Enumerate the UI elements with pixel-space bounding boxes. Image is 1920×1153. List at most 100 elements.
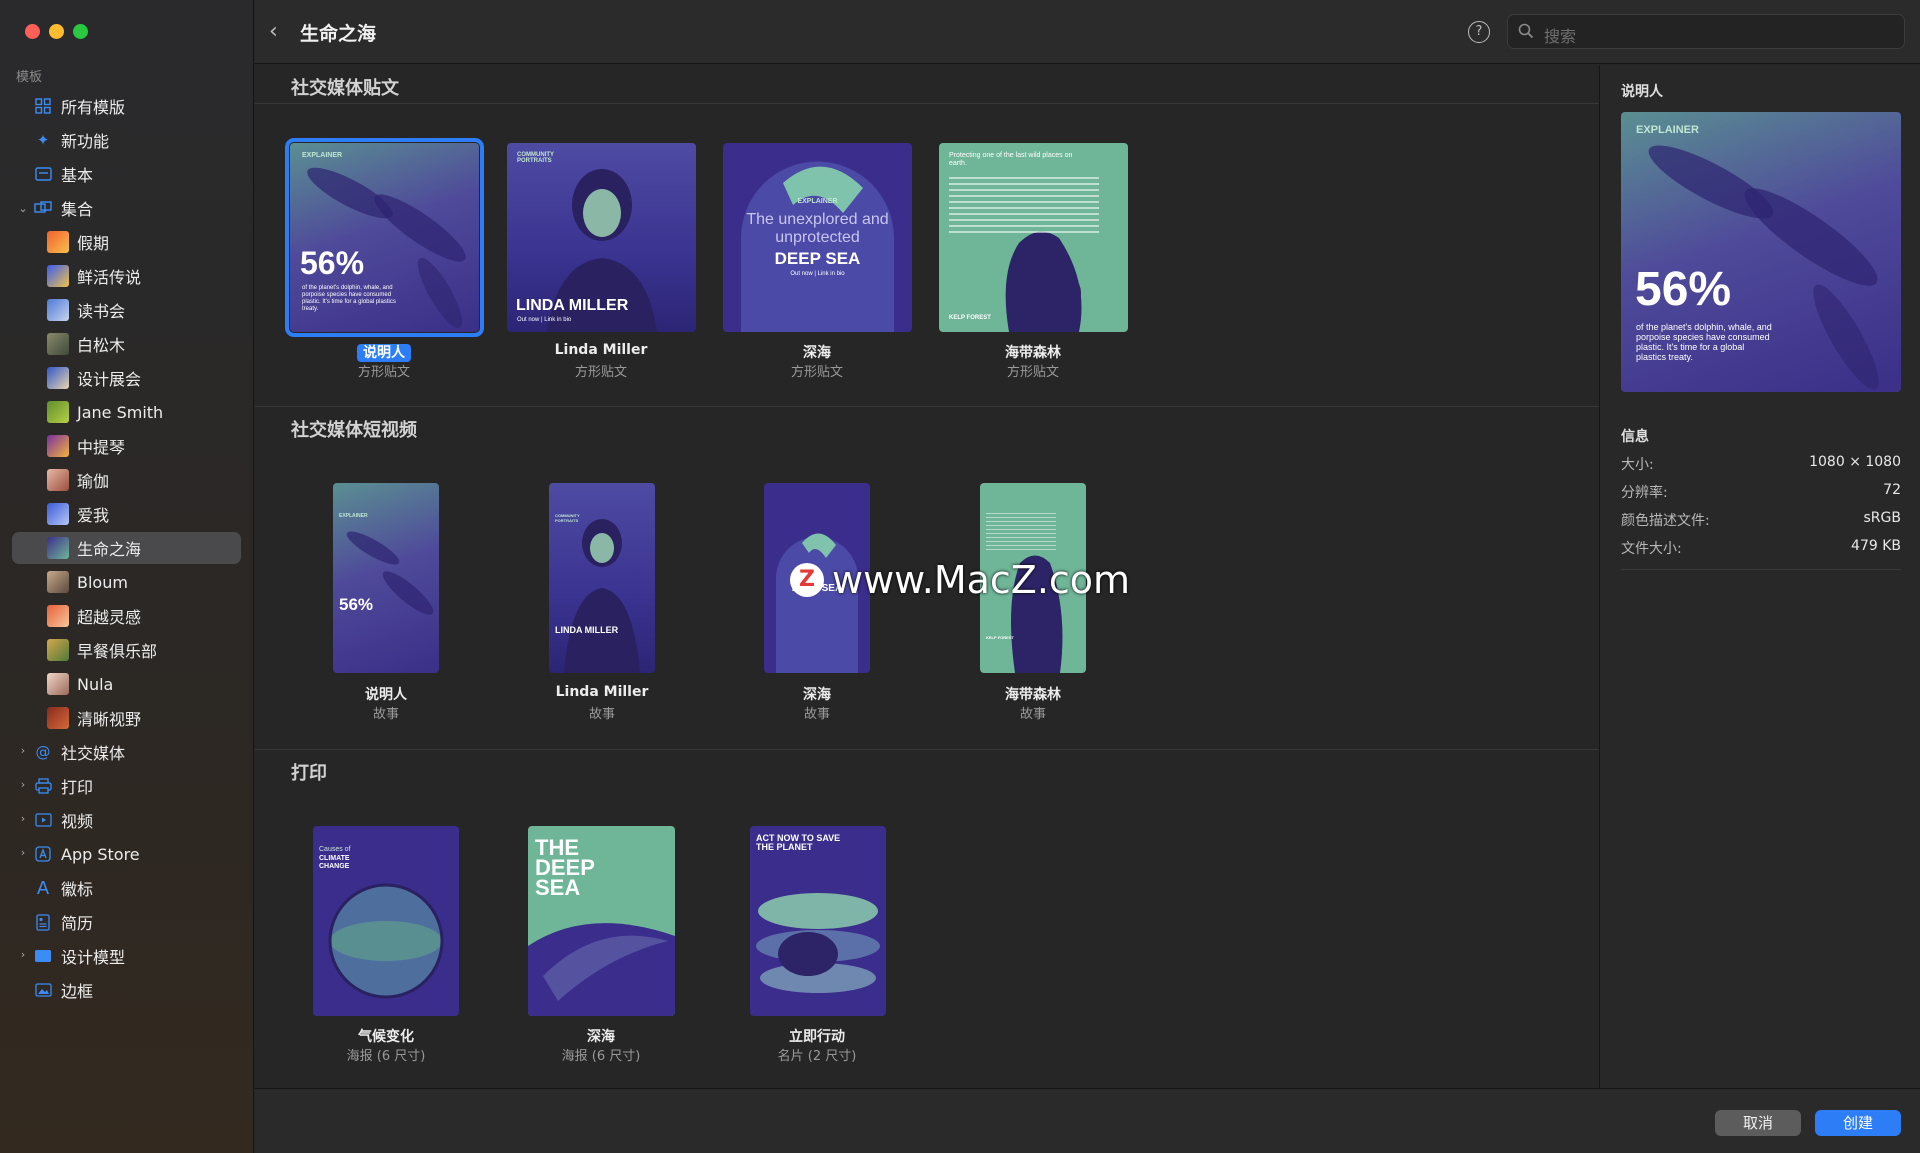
- thumbnail-text: The unexplored and unprotected: [746, 211, 889, 246]
- collection-thumbnail: [47, 537, 69, 559]
- sidebar-item-vivid-legend[interactable]: 鲜活传说: [12, 260, 241, 292]
- sidebar-item-design-fair[interactable]: 设计展会: [12, 362, 241, 394]
- template-name: 立即行动: [789, 1029, 845, 1045]
- sidebar-item-label: 生命之海: [77, 540, 142, 559]
- sidebar-item-label: 简历: [61, 914, 94, 933]
- chevron-right-icon[interactable]: ›: [18, 778, 28, 791]
- sidebar-item-beyond-inspiration[interactable]: 超越灵感: [12, 600, 241, 632]
- sidebar-item-label: Jane Smith: [77, 402, 164, 422]
- sidebar-item-mockups[interactable]: › 设计模型: [12, 940, 241, 972]
- template-thumbnail[interactable]: EXPLAINER The unexplored and unprotected…: [723, 143, 912, 332]
- cancel-button[interactable]: 取消: [1715, 1110, 1801, 1136]
- resume-icon: [34, 913, 52, 931]
- sidebar-item-label: 假期: [77, 234, 110, 253]
- sidebar-item-label: App Store: [61, 844, 140, 864]
- sidebar-item-label: 设计展会: [77, 370, 142, 389]
- sidebar-item-label: 打印: [61, 778, 94, 797]
- help-icon[interactable]: ?: [1468, 21, 1490, 43]
- sidebar-item-sea-of-life[interactable]: 生命之海: [12, 532, 241, 564]
- letter-a-icon: A: [36, 877, 50, 899]
- sidebar-item-book-club[interactable]: 读书会: [12, 294, 241, 326]
- sidebar-item-borders[interactable]: 边框: [12, 974, 241, 1006]
- thumbnail-text: of the planet's dolphin, whale, and porp…: [302, 285, 396, 312]
- zoom-window-button[interactable]: [73, 24, 88, 39]
- sidebar-item-love-me[interactable]: 爱我: [12, 498, 241, 530]
- template-thumbnail[interactable]: ACT NOW TO SAVE THE PLANET: [750, 826, 886, 1016]
- sidebar-item-collections[interactable]: ⌄ 集合: [12, 192, 241, 224]
- sidebar-item-label: 边框: [61, 982, 94, 1001]
- template-thumbnail[interactable]: EXPLAINER 56% of the planet's dolphin, w…: [285, 138, 484, 337]
- chevron-right-icon[interactable]: ›: [18, 846, 28, 859]
- page-title: 生命之海: [300, 23, 377, 45]
- template-thumbnail[interactable]: Protecting one of the last wild places o…: [939, 143, 1128, 332]
- sidebar-item-print[interactable]: › 打印: [12, 770, 241, 802]
- sidebar-item-bloum[interactable]: Bloum: [12, 566, 241, 598]
- sidebar-item-viola[interactable]: 中提琴: [12, 430, 241, 462]
- collection-thumbnail: [47, 333, 69, 355]
- sidebar-item-resume[interactable]: 简历: [12, 906, 241, 938]
- sidebar-item-label: 鲜活传说: [77, 268, 142, 287]
- chevron-down-icon[interactable]: ⌄: [18, 202, 28, 215]
- sidebar-item-all-templates[interactable]: 所有模版: [12, 90, 241, 122]
- collection-thumbnail: [47, 469, 69, 491]
- chevron-right-icon[interactable]: ›: [18, 744, 28, 757]
- minimize-window-button[interactable]: [49, 24, 64, 39]
- chevron-right-icon[interactable]: ›: [18, 948, 28, 961]
- search-field[interactable]: 搜索: [1507, 14, 1905, 49]
- sidebar-item-label: 读书会: [77, 302, 126, 321]
- sidebar-item-breakfast-club[interactable]: 早餐俱乐部: [12, 634, 241, 666]
- thumbnail-text: 56%: [339, 595, 374, 614]
- thumbnail-body-lines: [949, 177, 1099, 233]
- template-name: Linda Miller: [555, 684, 649, 700]
- template-preview: EXPLAINER 56% of the planet's dolphin, w…: [1621, 112, 1901, 392]
- info-value: 72: [1883, 482, 1901, 498]
- section-divider: [255, 749, 1599, 750]
- template-type: 海报 (6 尺寸): [346, 1049, 426, 1064]
- collection-thumbnail: [47, 435, 69, 457]
- template-thumbnail[interactable]: Causes of CLIMATE CHANGE: [313, 826, 459, 1016]
- sidebar-item-yoga[interactable]: 瑜伽: [12, 464, 241, 496]
- template-thumbnail[interactable]: COMMUNITY PORTRAITS LINDA MILLER Out now…: [507, 143, 696, 332]
- sidebar-item-video[interactable]: › 视频: [12, 804, 241, 836]
- template-name: Linda Miller: [554, 342, 648, 358]
- sidebar-item-holiday[interactable]: 假期: [12, 226, 241, 258]
- sidebar-item-label: 所有模版: [61, 98, 126, 117]
- info-key: 大小:: [1621, 457, 1654, 473]
- collection-thumbnail: [47, 299, 69, 321]
- sidebar-item-basic[interactable]: 基本: [12, 158, 241, 190]
- sidebar-item-label: 设计模型: [61, 948, 126, 967]
- thumbnail-text: EXPLAINER: [339, 513, 368, 519]
- sidebar-item-white-pine[interactable]: 白松木: [12, 328, 241, 360]
- template-type: 海报 (6 尺寸): [561, 1049, 641, 1064]
- turtle-illustration: [756, 893, 880, 993]
- thumbnail-text: EXPLAINER: [1636, 124, 1699, 136]
- sidebar-item-social-media[interactable]: › @ 社交媒体: [12, 736, 241, 768]
- back-chevron-icon[interactable]: ‹: [269, 20, 289, 44]
- document-frame-icon: [34, 165, 52, 183]
- sidebar-item-label: 新功能: [61, 132, 110, 151]
- thumbnail-text: LINDA MILLER: [555, 625, 619, 635]
- template-thumbnail[interactable]: COMMUNITY PORTRAITS LINDA MILLER: [549, 483, 655, 673]
- info-divider: [1621, 569, 1901, 570]
- template-thumbnail[interactable]: THE DEEP SEA: [528, 826, 675, 1016]
- sidebar-item-logo[interactable]: A 徽标: [12, 872, 241, 904]
- close-window-button[interactable]: [25, 24, 40, 39]
- collection-thumbnail: [47, 571, 69, 593]
- watermark-text: www.MacZ.com: [832, 558, 1131, 602]
- sidebar-item-jane-smith[interactable]: Jane Smith: [12, 396, 241, 428]
- sidebar-item-nula[interactable]: Nula: [12, 668, 241, 700]
- thumbnail-text: 56%: [1635, 263, 1732, 316]
- template-type: 故事: [372, 707, 399, 722]
- chevron-right-icon[interactable]: ›: [18, 812, 28, 825]
- thumbnail-text: of the planet's dolphin, whale, and porp…: [1636, 322, 1772, 362]
- thumbnail-text: COMMUNITY PORTRAITS: [517, 152, 554, 164]
- sidebar-item-clear-vision[interactable]: 清晰视野: [12, 702, 241, 734]
- template-type: 方形贴文: [1006, 365, 1059, 380]
- template-name: 海带森林: [1005, 345, 1061, 361]
- sidebar-item-app-store[interactable]: › App Store: [12, 838, 241, 870]
- sidebar-item-new-features[interactable]: ✦ 新功能: [12, 124, 241, 156]
- template-name-text: 说明人: [357, 344, 411, 362]
- create-button[interactable]: 创建: [1815, 1110, 1901, 1136]
- template-thumbnail[interactable]: EXPLAINER 56%: [333, 483, 439, 673]
- info-row-resolution: 分辨率: 72: [1621, 482, 1901, 502]
